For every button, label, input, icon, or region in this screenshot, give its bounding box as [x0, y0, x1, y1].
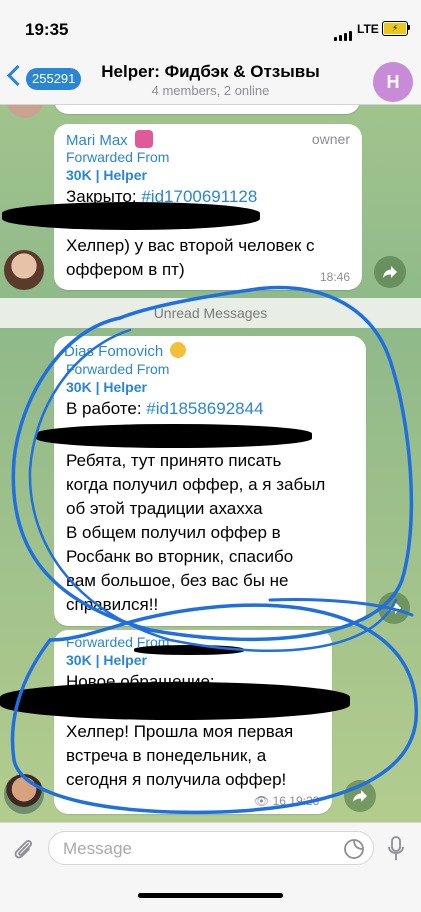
share-arrow-icon	[387, 602, 401, 614]
message-input-placeholder: Message	[63, 839, 132, 858]
message-bubble-2[interactable]: Dias Fomovich Forwarded From 30K | Helpe…	[54, 336, 366, 626]
share-arrow-icon	[383, 266, 397, 278]
sender-name[interactable]: Mari Max	[66, 130, 153, 149]
message-text-line: встреча в понедельник, а	[66, 746, 267, 765]
share-arrow-icon	[353, 790, 367, 802]
message-meta: 👁 16 19:23	[254, 794, 319, 808]
share-button[interactable]	[374, 256, 406, 288]
redaction-mark	[36, 424, 312, 448]
forwarded-label: Forwarded From	[66, 361, 170, 377]
message-text-line: вам большое, без вас бы не	[66, 571, 289, 590]
message-text-line: Хелпер) у вас второй человек с	[66, 236, 315, 255]
user-avatar[interactable]	[4, 250, 44, 290]
share-button[interactable]	[378, 592, 410, 624]
message-input[interactable]: Message	[48, 831, 374, 865]
message-text-line: Росбанк во вторник, спасибо	[66, 547, 294, 566]
views-count: 16	[272, 794, 286, 808]
chat-title[interactable]: Helper: Фидбэк & Отзывы	[0, 62, 421, 82]
message-text-line: оффером в пт)	[66, 260, 185, 279]
ticket-link[interactable]: #id1858692844	[146, 399, 263, 418]
message-text-line: Хелпер! Прошла моя первая	[66, 722, 294, 741]
microphone-icon[interactable]	[386, 835, 406, 863]
redaction-mark	[0, 682, 350, 720]
message-time: 19:23	[289, 794, 320, 808]
message-text-line: когда получил оффер, а я забыл	[66, 475, 326, 494]
chat-subtitle: 4 members, 2 online	[151, 83, 270, 98]
sender-emoji-icon	[134, 130, 153, 148]
network-label: LTE	[357, 22, 379, 36]
message-input-bar: Message	[0, 822, 421, 912]
battery-icon: ⚡	[382, 21, 408, 36]
battery-tip	[408, 25, 410, 30]
message-bubble-3[interactable]: Forwarded From 30K | Helper Новое обраще…	[54, 630, 332, 814]
signal-icon	[334, 23, 354, 41]
attachment-paperclip-icon[interactable]	[12, 837, 34, 861]
forwarded-source[interactable]: 30K | Helper	[66, 167, 147, 183]
status-bar: 19:35 LTE ⚡	[0, 0, 421, 50]
redaction-mark	[134, 645, 244, 655]
views-eye-icon: 👁	[254, 794, 270, 808]
share-button[interactable]	[344, 780, 376, 812]
sender-emoji-icon	[170, 342, 187, 358]
message-text-line: Ребята, тут принято писать	[66, 451, 282, 470]
message-text-line: В общем получил оффер в	[66, 523, 281, 542]
redaction-mark	[2, 202, 260, 230]
forwarded-source[interactable]: 30K | Helper	[66, 379, 147, 395]
home-indicator	[138, 893, 283, 898]
status-time: 19:35	[25, 20, 69, 39]
message-text-line: об этой традиции ахахха	[66, 499, 263, 518]
message-text-line: сегодня я получила оффер!	[66, 770, 287, 789]
sender-name[interactable]: Dias Fomovich	[64, 342, 187, 360]
group-avatar[interactable]: H	[373, 62, 413, 102]
message-time: 18:46	[319, 270, 350, 284]
message-text-line: справился!!	[66, 595, 159, 614]
sticker-icon[interactable]	[343, 838, 365, 860]
chat-header: 255291 Helper: Фидбэк & Отзывы 4 members…	[0, 50, 421, 105]
unread-messages-separator: Unread Messages	[0, 298, 421, 328]
forwarded-source[interactable]: 30K | Helper	[66, 652, 147, 668]
forwarded-label: Forwarded From	[66, 149, 170, 165]
ticket-status-line: В работе: #id1858692844	[66, 399, 264, 418]
user-avatar[interactable]	[4, 774, 44, 814]
owner-badge: owner	[311, 131, 350, 147]
